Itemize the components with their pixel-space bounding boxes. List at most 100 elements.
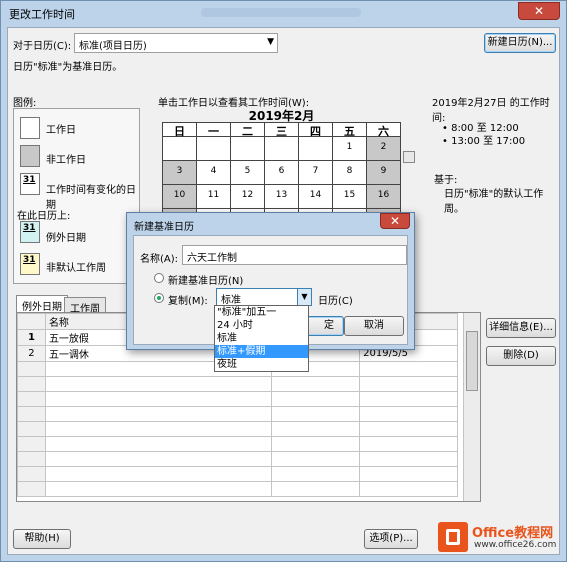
calendar-day[interactable] — [299, 137, 333, 161]
watermark-url: www.office26.com — [474, 540, 557, 550]
delete-button[interactable]: 删除(D) — [486, 346, 556, 366]
table-scroll-thumb[interactable] — [466, 331, 478, 391]
weekday-fri: 五 — [333, 123, 367, 138]
calendar-day-number: 3 — [176, 166, 183, 176]
table-row[interactable] — [17, 451, 458, 467]
copy-calendar-value: 标准 — [221, 295, 241, 306]
legend-nonworkday: 非工作日 — [46, 155, 86, 166]
calendar-day[interactable]: 3 — [163, 161, 197, 185]
calendar-day[interactable]: 5 — [231, 161, 265, 185]
calendar-day-number: 16 — [377, 190, 390, 200]
calendar-day[interactable]: 16 — [367, 185, 401, 209]
calendar-day-number: 15 — [343, 190, 356, 200]
base-calendar-note: 日历"标准"为基准日历。 — [13, 62, 123, 73]
calendar-day[interactable]: 7 — [299, 161, 333, 185]
work-hours-range-2: • 13:00 至 17:00 — [442, 136, 526, 147]
weekday-sun: 日 — [163, 123, 197, 138]
calendar-day-number: 8 — [346, 166, 353, 176]
copy-calendar-select[interactable]: 标准 ▼ — [216, 288, 312, 306]
calendar-suffix-label: 日历(C) — [318, 296, 353, 307]
calendar-day-number: 14 — [309, 190, 322, 200]
changed-day-swatch: 31 — [20, 173, 40, 195]
legend-exception: 例外日期 — [46, 233, 86, 244]
table-scrollbar[interactable] — [463, 313, 480, 501]
calendar-day-number: 2 — [380, 142, 387, 152]
calendar-day[interactable]: 15 — [333, 185, 367, 209]
calendar-day-number: 10 — [173, 190, 186, 200]
calendar-day-number: 11 — [207, 190, 220, 200]
calendar-week: 10 11 12 13 14 15 16 — [163, 185, 401, 209]
dialog-close-button[interactable]: ✕ — [380, 213, 410, 229]
copy-calendar-dropdown-list[interactable]: "标准"加五一 24 小时 标准 标准+假期 夜班 — [214, 305, 309, 372]
row-num-header — [17, 313, 46, 330]
calendar-day[interactable] — [197, 137, 231, 161]
month-title: 2019年2月 — [248, 109, 315, 123]
calendar-day[interactable]: 8 — [333, 161, 367, 185]
table-row[interactable] — [17, 376, 458, 392]
calendar-day[interactable]: 9 — [367, 161, 401, 185]
calendar-for-select[interactable]: 标准(项目日历) ▼ — [74, 33, 278, 53]
calendar-day-number: 9 — [380, 166, 387, 176]
help-button[interactable]: 帮助(H) — [13, 529, 71, 549]
row-number: 1 — [17, 329, 46, 346]
table-row[interactable] — [17, 481, 458, 497]
dropdown-option[interactable]: 夜班 — [215, 358, 308, 371]
calendar-for-value: 标准(项目日历) — [79, 41, 147, 52]
legend-workday: 工作日 — [46, 125, 76, 136]
calendar-day[interactable]: 13 — [265, 185, 299, 209]
calendar-day[interactable]: 11 — [197, 185, 231, 209]
weekday-tue: 二 — [231, 123, 265, 138]
name-input[interactable]: 六天工作制 — [182, 245, 407, 265]
nonworkday-swatch — [20, 145, 40, 167]
name-input-value: 六天工作制 — [187, 253, 237, 264]
weekday-sat: 六 — [367, 123, 401, 138]
radio-new-base[interactable] — [154, 273, 164, 283]
calendar-day[interactable] — [265, 137, 299, 161]
window-title: 更改工作时间 — [9, 8, 75, 21]
calendar-day[interactable]: 14 — [299, 185, 333, 209]
details-button[interactable]: 详细信息(E)... — [486, 318, 556, 338]
calendar-day[interactable]: 6 — [265, 161, 299, 185]
name-label: 名称(A): — [140, 254, 179, 265]
chevron-down-icon[interactable]: ▼ — [297, 289, 311, 305]
calendar-day[interactable]: 4 — [197, 161, 231, 185]
dropdown-option[interactable]: 24 小时 — [215, 319, 308, 332]
based-on-text: 日历"标准"的默认工作周。 — [444, 189, 544, 215]
weekday-mon: 一 — [197, 123, 231, 138]
office-logo-icon — [438, 522, 468, 552]
radio-copy[interactable] — [154, 293, 164, 303]
calendar-for-label: 对于日历(C): — [13, 41, 72, 52]
dropdown-option[interactable]: 标准+假期 — [215, 345, 308, 358]
office-logo-mark — [446, 529, 460, 545]
new-calendar-button[interactable]: 新建日历(N)... — [484, 33, 556, 53]
nondefault-week-swatch: 31 — [20, 253, 40, 275]
options-button[interactable]: 选项(P)... — [364, 529, 418, 549]
calendar-scroll-thumb[interactable] — [403, 151, 415, 163]
legend-panel: 工作日 非工作日 31 工作时间有变化的日期 在此日历上: 31 例外日期 31… — [13, 108, 140, 284]
nondefault-day-number: 31 — [23, 255, 36, 265]
table-row[interactable] — [17, 391, 458, 407]
calendar-day[interactable]: 1 — [333, 137, 367, 161]
calendar-day[interactable]: 2 — [367, 137, 401, 161]
table-row[interactable] — [17, 466, 458, 482]
changed-day-number: 31 — [23, 175, 36, 185]
title-bar: 更改工作时间 ✕ — [1, 1, 566, 25]
table-row[interactable] — [17, 436, 458, 452]
weekday-thu: 四 — [299, 123, 333, 138]
table-row[interactable] — [17, 406, 458, 422]
calendar-day[interactable]: 10 — [163, 185, 197, 209]
close-button[interactable]: ✕ — [518, 2, 560, 20]
weekday-wed: 三 — [265, 123, 299, 138]
calendar-day-number: 1 — [346, 142, 353, 152]
radio-new-label: 新建基准日历(N) — [168, 276, 244, 287]
calendar-day-number: 12 — [241, 190, 254, 200]
calendar-day-number: 4 — [210, 166, 217, 176]
calendar-day[interactable] — [231, 137, 265, 161]
table-row[interactable] — [17, 421, 458, 437]
dropdown-option[interactable]: 标准 — [215, 332, 308, 345]
dropdown-option[interactable]: "标准"加五一 — [215, 306, 308, 319]
calendar-day[interactable] — [163, 137, 197, 161]
calendar-day[interactable]: 12 — [231, 185, 265, 209]
cancel-button[interactable]: 取消 — [344, 316, 404, 336]
dialog-title: 新建基准日历 — [134, 222, 194, 233]
